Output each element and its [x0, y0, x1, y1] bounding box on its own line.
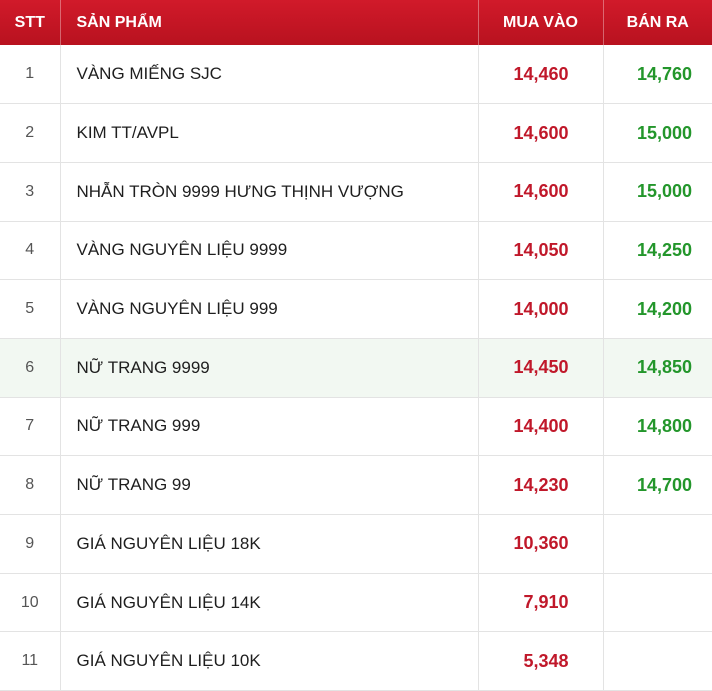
row-buy-price: 14,400: [478, 397, 604, 457]
row-sell-price: 14,200: [603, 279, 712, 339]
row-stt: 11: [0, 631, 61, 691]
row-buy-price: 14,050: [478, 221, 604, 281]
row-sell-price: 15,000: [603, 103, 712, 163]
column-header-sell: BÁN RA: [626, 13, 689, 31]
row-buy-price: 14,230: [478, 455, 604, 515]
row-product-name: NỮ TRANG 999: [60, 397, 479, 457]
table-row: 9 GIÁ NGUYÊN LIỆU 18K 10,360: [0, 514, 712, 574]
row-buy-price: 14,000: [478, 279, 604, 339]
row-product-name: GIÁ NGUYÊN LIỆU 10K: [60, 631, 479, 691]
row-sell-price: [603, 573, 712, 633]
row-buy-price: 14,600: [478, 162, 604, 222]
table-row: 11 GIÁ NGUYÊN LIỆU 10K 5,348: [0, 631, 712, 691]
row-product-name: VÀNG NGUYÊN LIỆU 999: [60, 279, 479, 339]
column-header-buy: MUA VÀO: [478, 0, 604, 45]
row-sell-price: 14,250: [603, 221, 712, 281]
row-buy-price: 14,450: [478, 338, 604, 398]
row-stt: 7: [0, 397, 61, 457]
row-product-name: VÀNG NGUYÊN LIỆU 9999: [60, 221, 479, 281]
row-sell-price: 14,700: [603, 455, 712, 515]
row-sell-price: 14,850: [603, 338, 712, 398]
row-buy-price: 7,910: [478, 573, 604, 633]
table-header: STT SẢN PHẨM MUA VÀO BÁN RA: [0, 0, 712, 45]
row-product-name: GIÁ NGUYÊN LIỆU 14K: [60, 573, 479, 633]
row-product-name: NHẪN TRÒN 9999 HƯNG THỊNH VƯỢNG: [60, 162, 479, 222]
table-row: 10 GIÁ NGUYÊN LIỆU 14K 7,910: [0, 573, 712, 633]
table-header-row: STT SẢN PHẨM MUA VÀO BÁN RA: [0, 0, 712, 45]
row-stt: 4: [0, 221, 61, 281]
row-sell-price: 14,760: [603, 45, 712, 105]
row-product-name: VÀNG MIẾNG SJC: [60, 45, 479, 105]
row-product-name: NỮ TRANG 99: [60, 455, 479, 515]
row-sell-price: [603, 631, 712, 691]
gold-price-table: STT SẢN PHẨM MUA VÀO BÁN RA 1 VÀNG MIẾNG…: [0, 0, 712, 691]
row-stt: 6: [0, 338, 61, 398]
row-sell-price: 15,000: [603, 162, 712, 222]
row-product-name: KIM TT/AVPL: [60, 103, 479, 163]
table-row: 5 VÀNG NGUYÊN LIỆU 999 14,000 14,200: [0, 279, 712, 339]
column-header-stt: STT: [0, 0, 61, 45]
row-stt: 3: [0, 162, 61, 222]
row-product-name: NỮ TRANG 9999: [60, 338, 479, 398]
column-header-product: SẢN PHẨM: [60, 0, 479, 45]
row-stt: 9: [0, 514, 61, 574]
row-sell-price: [603, 514, 712, 574]
row-buy-price: 14,460: [478, 45, 604, 105]
row-buy-price: 14,600: [478, 103, 604, 163]
row-buy-price: 10,360: [478, 514, 604, 574]
table-row: 1 VÀNG MIẾNG SJC 14,460 14,760: [0, 45, 712, 105]
row-stt: 2: [0, 103, 61, 163]
row-stt: 8: [0, 455, 61, 515]
row-stt: 1: [0, 45, 61, 105]
table-row: 7 NỮ TRANG 999 14,400 14,800: [0, 397, 712, 457]
table-row: 4 VÀNG NGUYÊN LIỆU 9999 14,050 14,250: [0, 221, 712, 281]
row-sell-price: 14,800: [603, 397, 712, 457]
table-row: 8 NỮ TRANG 99 14,230 14,700: [0, 455, 712, 515]
row-stt: 10: [0, 573, 61, 633]
row-stt: 5: [0, 279, 61, 339]
table-row: 3 NHẪN TRÒN 9999 HƯNG THỊNH VƯỢNG 14,600…: [0, 162, 712, 222]
table-body: 1 VÀNG MIẾNG SJC 14,460 14,760 2 KIM TT/…: [0, 45, 712, 691]
table-row: 2 KIM TT/AVPL 14,600 15,000: [0, 103, 712, 163]
row-product-name: GIÁ NGUYÊN LIỆU 18K: [60, 514, 479, 574]
table-row-highlighted: 6 NỮ TRANG 9999 14,450 14,850: [0, 338, 712, 398]
row-buy-price: 5,348: [478, 631, 604, 691]
